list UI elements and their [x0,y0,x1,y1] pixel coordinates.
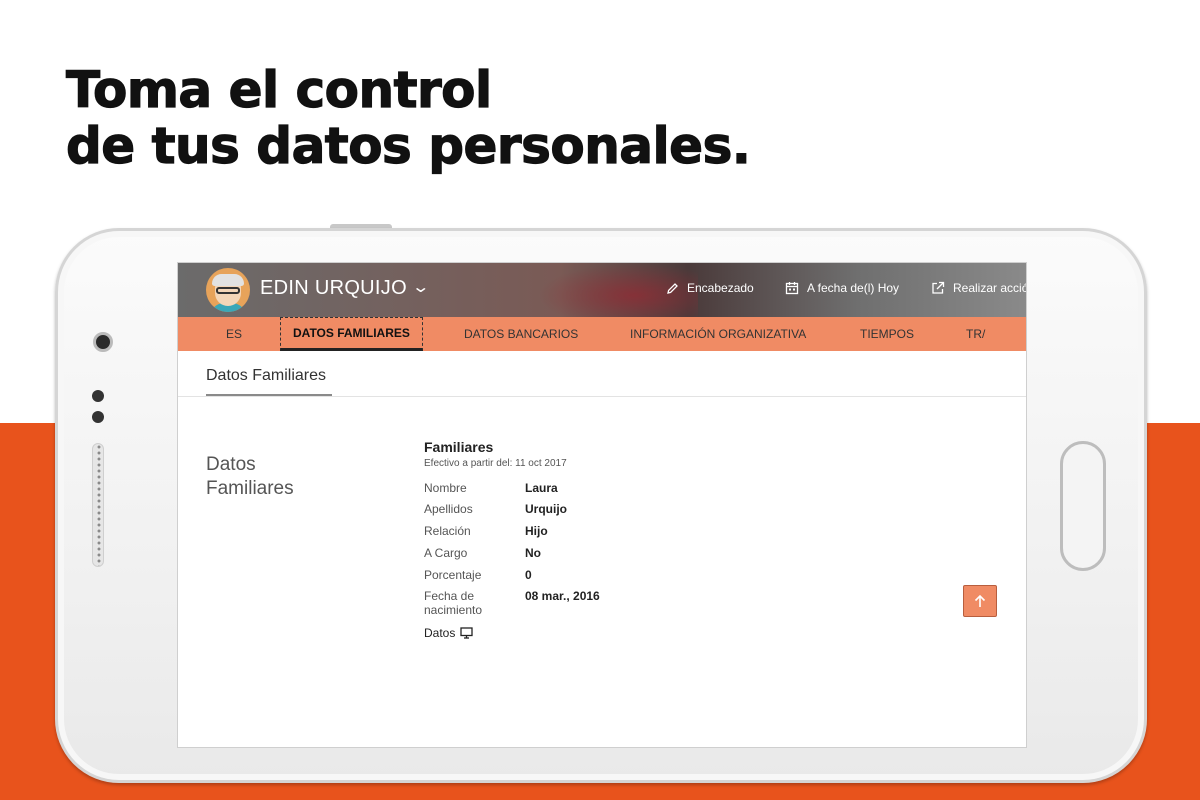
arrow-up-icon [974,594,986,607]
detail-value: Hijo [525,524,548,538]
home-button[interactable] [1060,441,1106,571]
speaker-grille [92,443,104,567]
detail-value: No [525,546,541,560]
tab-tiempos[interactable]: TIEMPOS [860,317,914,351]
detail-value: Urquijo [525,502,567,516]
headline-line-2: de tus datos personales. [65,117,751,175]
headline: Toma el control de tus datos personales. [65,61,751,175]
monitor-icon [460,627,474,639]
side-title-line-2: Familiares [206,478,294,499]
detail-label: Apellidos [424,502,473,516]
datos-link[interactable]: Datos [424,626,474,640]
pencil-icon [667,282,678,294]
tab-datos-bancarios[interactable]: DATOS BANCARIOS [464,317,578,351]
headline-line-1: Toma el control [65,61,492,119]
detail-label: Porcentaje [424,568,482,582]
divider [178,396,1026,397]
detail-label: Relación [424,524,471,538]
familiares-detail-card: Familiares Efectivo a partir del: 11 oct… [424,439,600,640]
tab-tr[interactable]: TR/ [966,317,985,351]
user-name[interactable]: EDIN URQUIJO [260,277,407,300]
detail-title: Familiares [424,439,494,455]
scroll-to-top-button[interactable] [963,585,997,617]
side-title: Datos Familiares [206,453,346,501]
date-action-label: A fecha de(l) Hoy [807,281,900,295]
realizar-action-button[interactable]: Realizar acció [931,281,1027,295]
tab-datos-familiares[interactable]: DATOS FAMILIARES [280,317,423,351]
detail-label: Nombre [424,481,467,495]
tab-bar: ES DATOS FAMILIARES DATOS BANCARIOS INFO… [178,317,1026,351]
calendar-icon [785,282,799,295]
detail-value: 08 mar., 2016 [525,589,600,603]
detail-value: Laura [525,481,558,495]
header-action-button[interactable]: Encabezado [666,281,754,295]
promo-page: Toma el control de tus datos personales.… [0,0,1200,800]
sensor-dot [92,390,104,402]
app-screen: EDIN URQUIJO ⌄ Encabezado A fecha de(l) … [177,262,1027,748]
chevron-down-icon[interactable]: ⌄ [411,277,430,297]
effective-date: Efectivo a partir del: 11 oct 2017 [424,458,567,469]
header-action-label: Encabezado [687,281,754,295]
detail-value: 0 [525,568,532,582]
side-title-line-1: Datos [206,454,256,475]
share-icon [932,281,945,294]
detail-label: A Cargo [424,546,468,560]
tab-informacion-organizativa[interactable]: INFORMACIÓN ORGANIZATIVA [630,317,806,351]
camera-icon [93,332,113,352]
tab-es[interactable]: ES [226,317,242,351]
app-header: EDIN URQUIJO ⌄ Encabezado A fecha de(l) … [178,263,1027,317]
detail-label: Fecha de nacimiento [424,589,483,617]
realizar-action-label: Realizar acció [953,281,1027,295]
date-action-button[interactable]: A fecha de(l) Hoy [785,281,899,295]
datos-link-label: Datos [424,626,456,640]
section-heading[interactable]: Datos Familiares [206,367,326,385]
avatar-icon[interactable] [206,268,250,312]
sensor-dot [92,411,104,423]
